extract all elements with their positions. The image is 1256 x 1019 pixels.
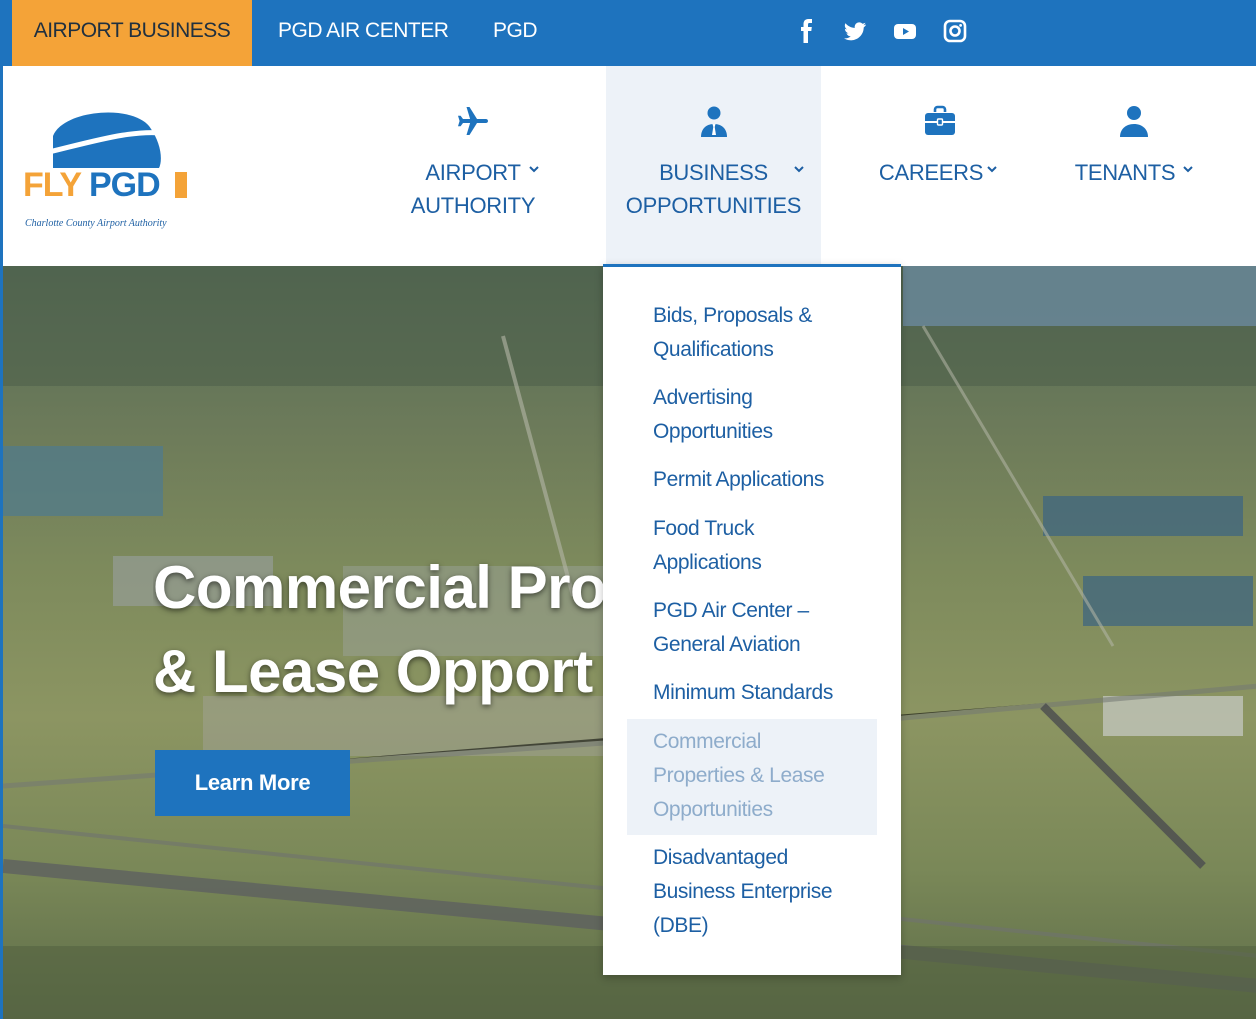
menu-item-dbe[interactable]: Disadvantaged Business Enterprise (DBE) [653, 841, 883, 943]
tab-pgd[interactable]: PGD [493, 0, 538, 66]
briefcase-icon [925, 105, 955, 135]
menu-item-advertising-line-2: Opportunities [653, 420, 773, 443]
menu-item-minimum-standards-line-1: Minimum Standards [653, 681, 833, 704]
menu-item-commercial-line-2: Properties & Lease [653, 764, 825, 787]
facebook-icon[interactable] [794, 18, 820, 44]
menu-item-pgd-air-center-line-1: PGD Air Center – [653, 599, 809, 622]
nav-airport-label-2: AUTHORITY [410, 193, 536, 218]
menu-item-food-truck-line-1: Food Truck [653, 517, 755, 540]
nav-business-label-2: OPPORTUNITIES [625, 193, 802, 218]
logo-text-pgd: PGD [89, 166, 160, 204]
nav-airport-authority[interactable]: AIRPORT AUTHORITY [393, 66, 553, 266]
top-utility-bar: AIRPORT BUSINESS PGD AIR CENTER PGD [0, 0, 1256, 80]
menu-item-commercial-line-1: Commercial [653, 730, 762, 753]
nav-business-label-1: BUSINESS [659, 160, 768, 185]
chevron-down-icon [794, 166, 804, 173]
tab-pgd-air-center[interactable]: PGD AIR CENTER [278, 0, 449, 66]
menu-item-pgd-air-center-line-2: General Aviation [653, 633, 801, 656]
menu-item-commercial-line-3: Opportunities [653, 798, 773, 821]
logo-text-fly: FLY [23, 166, 82, 204]
hero-title-line-1: Commercial Pro [153, 554, 607, 621]
instagram-icon[interactable] [942, 18, 968, 44]
nav-tenants[interactable]: TENANTS [1069, 66, 1199, 266]
twitter-icon[interactable] [842, 18, 868, 44]
menu-item-permit-applications[interactable]: Permit Applications [653, 463, 883, 497]
airplane-icon [458, 107, 488, 135]
business-person-icon [700, 106, 727, 137]
menu-item-bids-line-1: Bids, Proposals & [653, 304, 812, 327]
menu-item-food-truck-line-2: Applications [653, 551, 762, 574]
menu-item-bids-line-2: Qualifications [653, 338, 774, 361]
learn-more-button[interactable]: Learn More [155, 750, 350, 816]
chevron-down-icon [1183, 166, 1193, 173]
nav-business-opportunities[interactable]: BUSINESS OPPORTUNITIES [606, 66, 821, 266]
chevron-down-icon [529, 166, 539, 173]
logo-tagline: Charlotte County Airport Authority [25, 218, 167, 229]
menu-item-dbe-line-3: (DBE) [653, 914, 709, 937]
hero-title: Commercial Pro & Lease Opport [153, 546, 623, 714]
main-header: FLY PGD Charlotte County Airport Authori… [0, 66, 1256, 266]
nav-careers-label: CAREERS [878, 160, 984, 185]
hero-title-line-2: & Lease Opport [153, 638, 593, 705]
youtube-icon[interactable] [892, 18, 918, 44]
menu-item-advertising-line-1: Advertising [653, 386, 753, 409]
menu-item-food-truck[interactable]: Food Truck Applications [653, 512, 883, 580]
menu-item-permit-line-1: Permit Applications [653, 468, 824, 491]
menu-item-pgd-air-center[interactable]: PGD Air Center – General Aviation [653, 594, 883, 662]
tab-airport-business[interactable]: AIRPORT BUSINESS [12, 0, 252, 80]
nav-careers[interactable]: CAREERS [875, 66, 1005, 266]
chevron-down-icon [987, 166, 997, 173]
person-icon [1120, 106, 1148, 137]
business-opportunities-dropdown: Bids, Proposals & Qualifications Adverti… [603, 264, 901, 975]
menu-item-dbe-line-1: Disadvantaged [653, 846, 788, 869]
menu-item-bids[interactable]: Bids, Proposals & Qualifications [653, 299, 883, 367]
menu-item-dbe-line-2: Business Enterprise [653, 880, 833, 903]
nav-tenants-label: TENANTS [1074, 160, 1176, 185]
flypgd-logo[interactable]: FLY PGD Charlotte County Airport Authori… [21, 104, 201, 234]
menu-item-advertising[interactable]: Advertising Opportunities [653, 381, 883, 449]
menu-item-commercial-properties[interactable]: Commercial Properties & Lease Opportunit… [627, 719, 877, 835]
menu-item-minimum-standards[interactable]: Minimum Standards [653, 676, 883, 710]
